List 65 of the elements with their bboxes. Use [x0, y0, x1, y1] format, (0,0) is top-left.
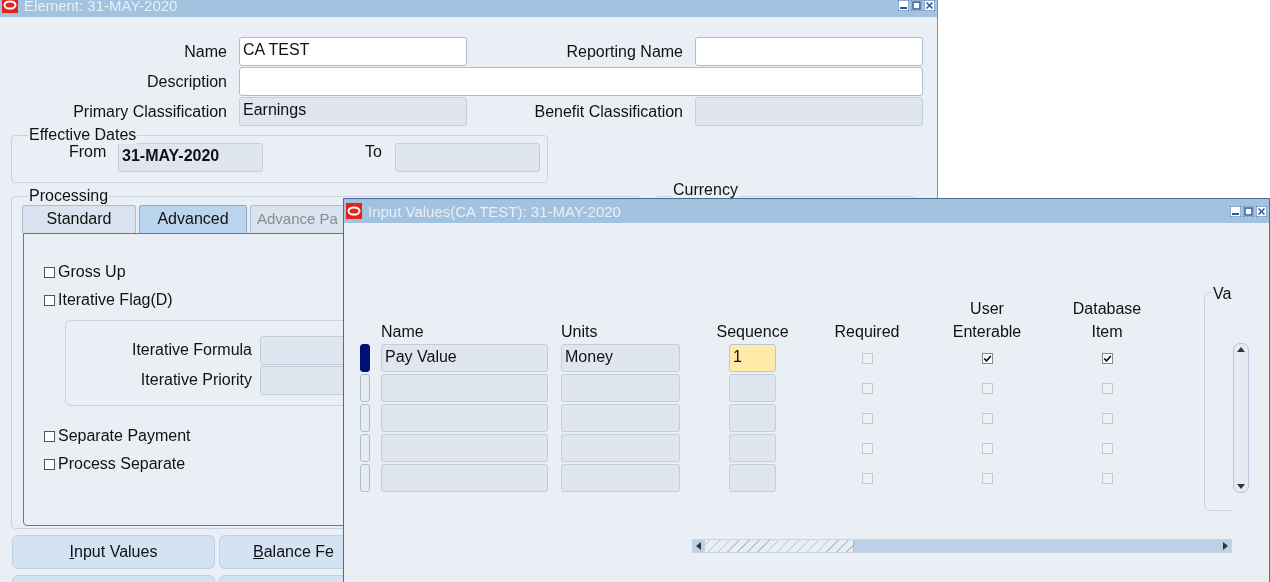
table-field[interactable]: [729, 434, 776, 462]
read-only-field[interactable]: 31-MAY-2020: [118, 143, 263, 172]
window-title: Input Values(CA TEST): 31-MAY-2020: [368, 202, 622, 220]
table-field[interactable]: [561, 434, 680, 462]
group-label: Processing: [28, 187, 110, 205]
field-label: Iterative Priority: [139, 371, 252, 389]
field-label: Reporting Name: [565, 42, 683, 61]
field-label: From: [69, 142, 108, 161]
checkbox-label: Iterative Flag(D): [58, 291, 173, 309]
input-field[interactable]: [695, 37, 923, 66]
close-icon[interactable]: [924, 0, 935, 11]
group-label: Effective Dates: [28, 126, 138, 144]
table-field[interactable]: 1: [729, 344, 776, 372]
checkbox-label: Separate Payment: [58, 427, 191, 445]
field-label: Name: [183, 42, 227, 61]
app-icon: [2, 0, 18, 13]
input-field[interactable]: [239, 67, 923, 96]
maximize-icon[interactable]: [1243, 205, 1254, 217]
checkbox-label: Gross Up: [58, 263, 126, 281]
tab[interactable]: Standard: [22, 205, 136, 233]
column-header: Name: [381, 322, 424, 342]
checkbox[interactable]: [44, 294, 55, 306]
field-label: Benefit Classification: [533, 102, 683, 121]
table-field[interactable]: [381, 434, 548, 462]
record-indicator[interactable]: [360, 344, 370, 372]
column-header: Required: [834, 322, 900, 342]
column-header: User Enterable: [952, 299, 1022, 342]
field-label: Description: [145, 72, 227, 91]
field-label: Primary Classification: [72, 102, 227, 121]
read-only-field[interactable]: [395, 143, 540, 172]
table-field[interactable]: [729, 464, 776, 492]
checkbox[interactable]: [1101, 352, 1113, 364]
button[interactable]: Input Values: [12, 535, 215, 569]
maximize-icon[interactable]: [911, 0, 922, 11]
column-header: Database Item: [1072, 299, 1142, 342]
horizontal-scrollbar[interactable]: [692, 539, 1232, 553]
field-label: Iterative Formula: [130, 341, 252, 359]
table-field[interactable]: [381, 374, 548, 402]
checkbox[interactable]: [44, 458, 55, 470]
table-field[interactable]: [381, 464, 548, 492]
app-icon: [346, 203, 362, 219]
tab[interactable]: Advanced: [139, 205, 247, 233]
table-field[interactable]: [561, 404, 680, 432]
minimize-icon[interactable]: [1230, 205, 1241, 217]
table-field[interactable]: [381, 404, 548, 432]
field-label: To: [365, 142, 383, 161]
scroll-thumb[interactable]: [705, 540, 854, 552]
checkbox[interactable]: [44, 430, 55, 442]
column-header: Sequence: [716, 322, 789, 342]
close-icon[interactable]: [1256, 205, 1267, 217]
minimize-icon[interactable]: [898, 0, 909, 11]
group-label: Currency: [672, 182, 739, 198]
table-field[interactable]: [561, 464, 680, 492]
checkbox-label: Process Separate: [58, 455, 186, 473]
checkbox[interactable]: [981, 352, 993, 364]
table-field[interactable]: [561, 374, 680, 402]
table-field[interactable]: [729, 374, 776, 402]
vertical-scrollbar[interactable]: [1233, 343, 1249, 493]
table-field[interactable]: [729, 404, 776, 432]
input-field[interactable]: CA TEST: [239, 37, 467, 66]
window-title: Element: 31-MAY-2020: [24, 0, 179, 14]
table-field[interactable]: Pay Value: [381, 344, 548, 372]
table-field[interactable]: Money: [561, 344, 680, 372]
checkbox[interactable]: [44, 266, 55, 278]
column-header: Units: [561, 322, 598, 342]
